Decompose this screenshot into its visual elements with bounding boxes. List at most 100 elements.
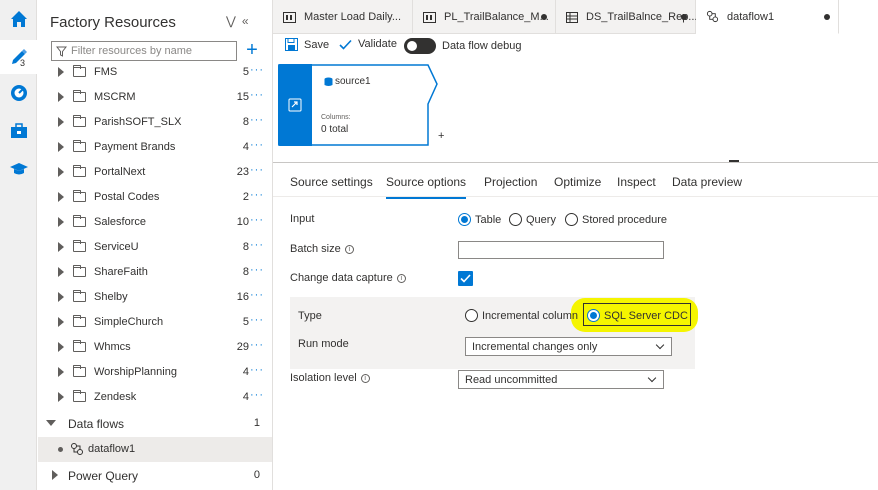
more-actions-icon[interactable]: ··· [250, 239, 264, 251]
radio-circle[interactable] [509, 213, 522, 226]
list-item[interactable]: Payment Brands 4 ··· [38, 135, 272, 160]
learning-cap-icon[interactable] [6, 156, 32, 182]
section-data-flows[interactable]: Data flows 1 [38, 411, 272, 436]
radio-circle[interactable] [458, 213, 471, 226]
tab-projection[interactable]: Projection [484, 175, 537, 189]
list-item[interactable]: Salesforce 10 ··· [38, 210, 272, 235]
chevron-right-icon[interactable] [58, 92, 64, 102]
type-radio-incremental-column[interactable]: Incremental column [465, 309, 578, 322]
list-item[interactable]: ShareFaith 8 ··· [38, 260, 272, 285]
list-item[interactable]: Postal Codes 2 ··· [38, 185, 272, 210]
chevron-right-icon[interactable] [58, 342, 64, 352]
more-actions-icon[interactable]: ··· [250, 389, 264, 401]
info-icon[interactable]: i [396, 273, 406, 283]
chevron-right-icon[interactable] [58, 192, 64, 202]
input-radio-stored-procedure[interactable]: Stored procedure [565, 213, 667, 226]
chevron-right-icon[interactable] [58, 67, 64, 77]
list-item[interactable]: Whmcs 29 ··· [38, 335, 272, 360]
chevron-right-icon[interactable] [52, 470, 58, 480]
chevron-right-icon[interactable] [58, 242, 64, 252]
folder-icon [73, 390, 86, 402]
close-panel-icon[interactable]: « [242, 14, 255, 28]
batch-size-input[interactable] [458, 241, 664, 259]
more-actions-icon[interactable]: ··· [250, 314, 264, 326]
chevron-right-icon[interactable] [58, 367, 64, 377]
collapse-all-icon[interactable]: ⋁ [226, 14, 242, 28]
folder-icon [73, 140, 86, 152]
list-item[interactable]: ServiceU 8 ··· [38, 235, 272, 260]
author-pencil-icon[interactable] [6, 44, 32, 70]
more-actions-icon[interactable]: ··· [250, 139, 264, 151]
chevron-right-icon[interactable] [58, 392, 64, 402]
tab-label: PL_TrailBalance_M... [444, 11, 549, 23]
radio-circle[interactable] [565, 213, 578, 226]
save-button[interactable]: Save [285, 38, 329, 51]
tab-ds-trailbalance[interactable]: DS_TrailBalnce_Rep... [556, 0, 697, 34]
chevron-right-icon[interactable] [58, 167, 64, 177]
info-icon[interactable]: i [344, 244, 354, 254]
tab-dataflow1[interactable]: dataflow1 [696, 0, 839, 34]
folder-icon [73, 190, 86, 202]
more-actions-icon[interactable]: ··· [250, 64, 264, 76]
chevron-right-icon[interactable] [58, 117, 64, 127]
chevron-right-icon[interactable] [58, 317, 64, 327]
batch-size-text: Batch size [290, 243, 341, 255]
radio-circle[interactable] [587, 309, 600, 322]
more-actions-icon[interactable]: ··· [250, 364, 264, 376]
input-radio-table[interactable]: Table [458, 213, 501, 226]
chevron-right-icon[interactable] [58, 217, 64, 227]
filter-box[interactable] [51, 41, 237, 61]
chevron-down-icon[interactable] [46, 420, 56, 426]
tab-inspect[interactable]: Inspect [617, 175, 656, 189]
more-actions-icon[interactable]: ··· [250, 164, 264, 176]
chevron-right-icon[interactable] [58, 292, 64, 302]
chevron-right-icon[interactable] [58, 267, 64, 277]
more-actions-icon[interactable]: ··· [250, 89, 264, 101]
home-icon[interactable] [6, 6, 32, 32]
tab-source-settings[interactable]: Source settings [290, 175, 373, 189]
add-transform-button[interactable]: + [438, 130, 444, 142]
list-item[interactable]: ParishSOFT_SLX 8 ··· [38, 110, 272, 135]
more-actions-icon[interactable]: ··· [250, 189, 264, 201]
list-item[interactable]: FMS 5 ··· [38, 60, 272, 85]
list-item[interactable]: MSCRM 15 ··· [38, 85, 272, 110]
list-item[interactable]: Shelby 16 ··· [38, 285, 272, 310]
tab-pl-trailbalance[interactable]: PL_TrailBalance_M... [413, 0, 556, 34]
add-resource-button[interactable]: + [242, 38, 262, 62]
list-item[interactable]: PortalNext 23 ··· [38, 160, 272, 185]
section-power-query[interactable]: Power Query 0 [38, 463, 272, 488]
debug-switch[interactable] [404, 38, 436, 54]
dataflow-canvas[interactable]: source1 Columns: 0 total + [273, 58, 878, 162]
type-radio-sql-server-cdc[interactable]: SQL Server CDC [587, 309, 688, 322]
tab-optimize[interactable]: Optimize [554, 175, 601, 189]
validate-button[interactable]: Validate [339, 38, 397, 50]
collapse-icons[interactable]: ⋁« [226, 14, 255, 28]
list-item[interactable]: WorshipPlanning 4 ··· [38, 360, 272, 385]
chevron-right-icon[interactable] [58, 142, 64, 152]
columns-total: 0 total [321, 124, 349, 135]
debug-toggle[interactable]: Data flow debug [404, 38, 522, 54]
cdc-checkbox[interactable] [458, 271, 473, 286]
columns-label: Columns: [321, 114, 351, 121]
more-actions-icon[interactable]: ··· [250, 214, 264, 226]
tab-master-load[interactable]: Master Load Daily... [273, 0, 413, 34]
info-icon[interactable]: i [360, 373, 370, 383]
manage-toolbox-icon[interactable] [6, 118, 32, 144]
tab-data-preview[interactable]: Data preview [672, 175, 742, 189]
tab-source-options[interactable]: Source options [386, 175, 467, 199]
monitor-gauge-icon[interactable] [6, 80, 32, 106]
isolation-level-select[interactable]: Read uncommitted [458, 370, 664, 389]
item-name: Shelby [94, 291, 128, 303]
dataflow-item[interactable]: dataflow1 [38, 437, 272, 462]
more-actions-icon[interactable]: ··· [250, 339, 264, 351]
filter-input[interactable] [71, 45, 231, 57]
run-mode-select[interactable]: Incremental changes only [465, 337, 672, 356]
radio-circle[interactable] [465, 309, 478, 322]
more-actions-icon[interactable]: ··· [250, 264, 264, 276]
list-item[interactable]: Zendesk 4 ··· [38, 385, 272, 410]
source1-node[interactable]: source1 Columns: 0 total + [278, 64, 444, 146]
input-radio-query[interactable]: Query [509, 213, 556, 226]
list-item[interactable]: SimpleChurch 5 ··· [38, 310, 272, 335]
more-actions-icon[interactable]: ··· [250, 114, 264, 126]
more-actions-icon[interactable]: ··· [250, 289, 264, 301]
